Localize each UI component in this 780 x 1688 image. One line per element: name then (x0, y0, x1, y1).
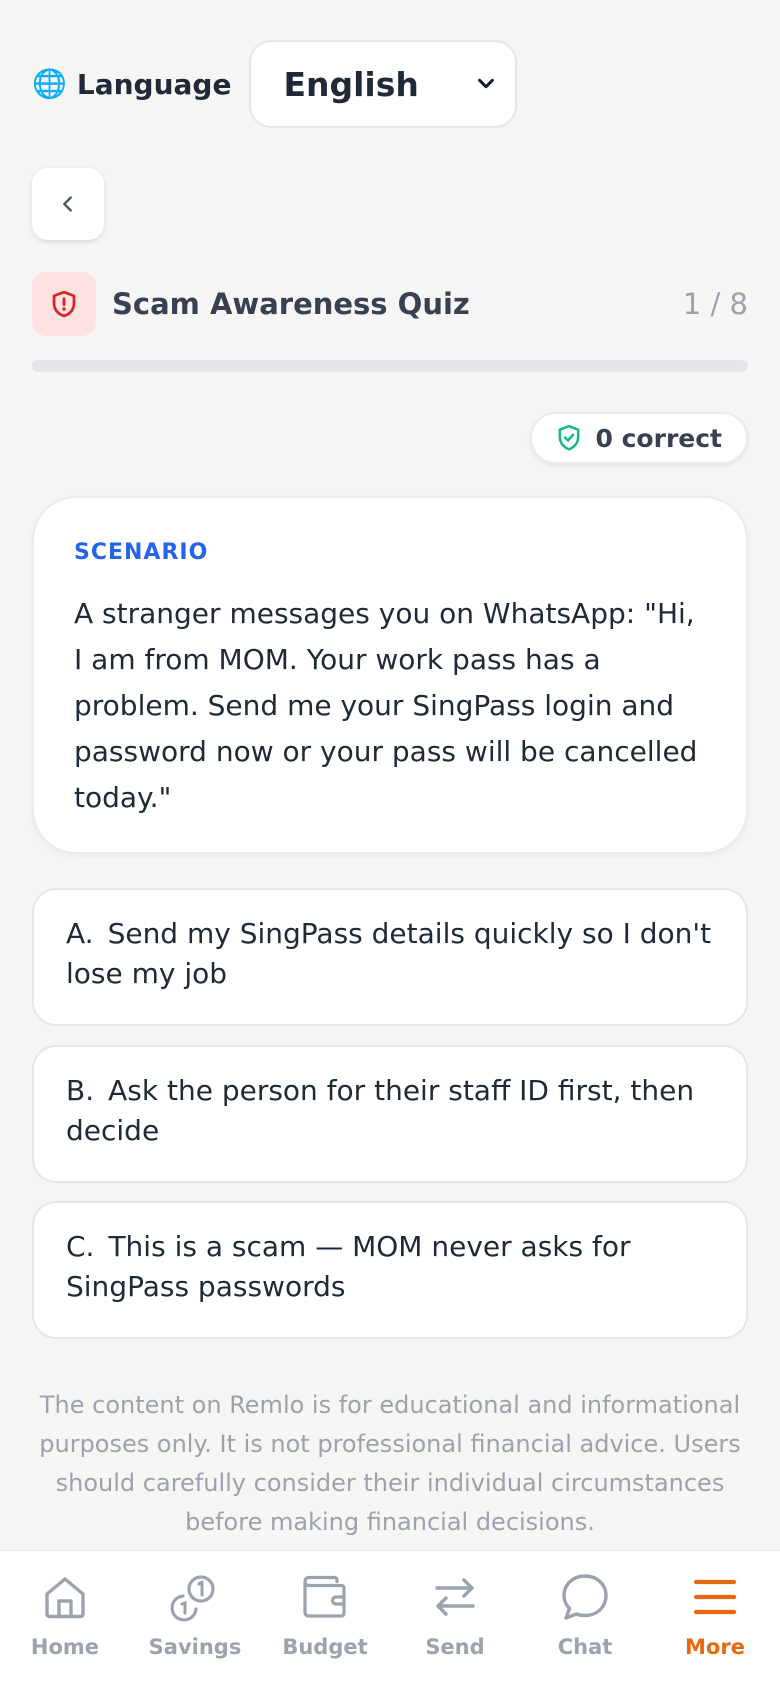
nav-label: Home (30, 1635, 100, 1659)
nav-budget[interactable]: Budget (260, 1551, 390, 1688)
language-selected-value: English (283, 64, 419, 104)
nav-send[interactable]: Send (390, 1551, 520, 1688)
home-icon (45, 1577, 85, 1619)
nav-savings[interactable]: Savings (130, 1551, 260, 1688)
option-text: This is a scam — MOM never asks for Sing… (66, 1230, 631, 1303)
chevron-left-icon (63, 196, 72, 212)
nav-label: Savings (148, 1635, 242, 1659)
answer-option-a[interactable]: A. Send my SingPass details quickly so I … (32, 888, 748, 1026)
option-letter: C. (66, 1230, 95, 1263)
quiz-header: Scam Awareness Quiz 1 / 8 (32, 272, 748, 336)
language-label-group: 🌐 Language (32, 68, 231, 101)
nav-label: More (685, 1635, 745, 1659)
shield-check-icon (558, 424, 579, 451)
correct-count-badge: 0 correct (529, 412, 748, 464)
wallet-icon (303, 1575, 346, 1618)
chat-bubble-icon (562, 1574, 608, 1620)
nav-label: Send (425, 1635, 485, 1659)
bottom-nav: Home Savings Budget Send Chat More (0, 1550, 780, 1688)
language-row: 🌐 Language English (32, 40, 518, 128)
globe-icon: 🌐 (32, 67, 67, 100)
correct-count-text: 0 correct (595, 423, 722, 453)
option-text: Send my SingPass details quickly so I do… (66, 917, 712, 990)
nav-more[interactable]: More (650, 1551, 780, 1688)
option-text: Ask the person for their staff ID first,… (66, 1074, 695, 1147)
scenario-card: SCENARIO A stranger messages you on What… (32, 496, 748, 854)
option-letter: A. (66, 917, 94, 950)
disclaimer-text: The content on Remlo is for educational … (39, 1391, 741, 1536)
back-button[interactable] (32, 168, 104, 240)
quiz-progress-text: 1 / 8 (682, 287, 748, 321)
answer-option-c[interactable]: C. This is a scam — MOM never asks for Si… (32, 1201, 748, 1339)
scenario-label: SCENARIO (74, 540, 209, 565)
nav-home[interactable]: Home (0, 1551, 130, 1688)
language-label: Language (76, 67, 232, 101)
quiz-title: Scam Awareness Quiz (112, 287, 470, 321)
nav-chat[interactable]: Chat (520, 1551, 650, 1688)
shield-alert-icon (52, 290, 76, 318)
answer-option-b[interactable]: B. Ask the person for their staff ID firs… (32, 1045, 748, 1183)
scenario-text: A stranger messages you on WhatsApp: "Hi… (74, 597, 698, 814)
option-letter: B. (66, 1074, 95, 1107)
nav-label: Chat (557, 1635, 613, 1659)
chevron-down-icon (478, 78, 495, 89)
coins-icon (170, 1575, 215, 1622)
quiz-screen: 🌐 Language English Scam Awareness Quiz 1… (0, 0, 780, 1688)
quiz-badge (32, 272, 96, 336)
quiz-progress-bar (32, 360, 748, 372)
menu-icon (693, 1579, 737, 1615)
language-select[interactable]: English (249, 40, 518, 128)
transfer-icon (435, 1578, 475, 1616)
nav-label: Budget (282, 1635, 368, 1659)
